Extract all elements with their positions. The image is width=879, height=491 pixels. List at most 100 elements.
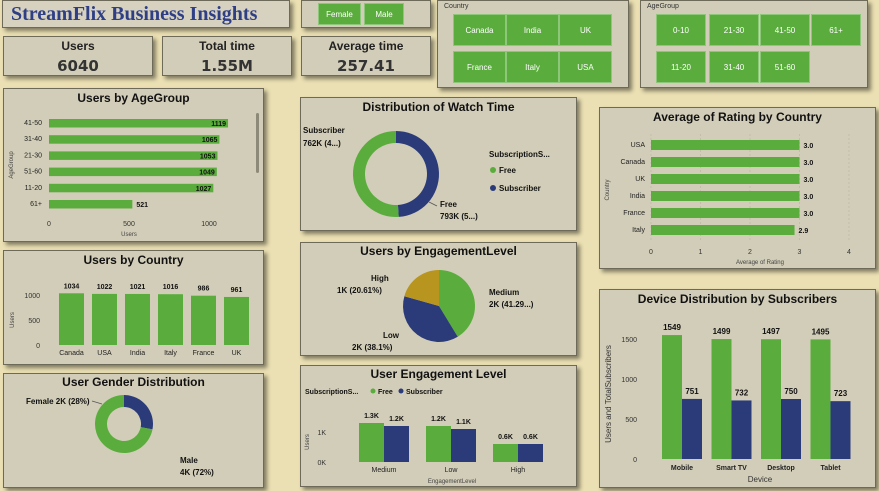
gender-slicer: Female Male bbox=[301, 0, 431, 28]
age-x-tick: 500 bbox=[123, 221, 135, 228]
age-option-51-60[interactable]: 51-60 bbox=[760, 51, 810, 83]
watch-legend-title: SubscriptionS... bbox=[489, 150, 550, 159]
device-chart-card: Device Distribution by Subscribers 0 500 1… bbox=[599, 289, 876, 488]
age-chart-card: Users by AgeGroup 0 500 1000 41-50 1119 31-40… bbox=[3, 88, 264, 242]
kpi-average-time-label: Average time bbox=[328, 39, 404, 53]
age-option-61plus[interactable]: 61+ bbox=[811, 14, 861, 46]
age-option-21-30[interactable]: 21-30 bbox=[709, 14, 759, 46]
engagement-bar-y-tick: 0K bbox=[317, 460, 326, 467]
country-option-italy[interactable]: Italy bbox=[506, 51, 559, 83]
device-bar bbox=[662, 335, 682, 459]
country-data-label: 1021 bbox=[130, 284, 146, 291]
age-category-label: 31-40 bbox=[24, 136, 42, 143]
age-option-41-50[interactable]: 41-50 bbox=[760, 14, 810, 46]
engagement-bar-card: User Engagement Level SubscriptionS... Fr… bbox=[300, 365, 577, 487]
gender-label-male-value: 4K (72%) bbox=[180, 468, 214, 477]
watch-label-free-value: 793K (5...) bbox=[440, 212, 478, 221]
age-bar bbox=[49, 119, 229, 128]
rating-chart-title: Average of Rating by Country bbox=[653, 110, 822, 124]
age-bar bbox=[49, 200, 133, 209]
gender-option-male[interactable]: Male bbox=[364, 3, 404, 25]
kpi-total-time: Total time 1.55M bbox=[162, 36, 292, 76]
device-data-label: 1497 bbox=[762, 327, 780, 336]
country-data-label: 1016 bbox=[163, 284, 179, 291]
kpi-users-value: 6040 bbox=[57, 57, 99, 75]
engagement-bar-legend-marker bbox=[398, 388, 404, 394]
engagement-bar-y-axis-title: Users bbox=[305, 434, 311, 450]
rating-bar bbox=[651, 191, 800, 201]
rating-chart: 0 1 2 3 4 USA 3.0 Canada 3.0 UK 3.0 India 3.0 France 3… bbox=[605, 134, 851, 266]
kpi-total-time-value: 1.55M bbox=[201, 57, 253, 75]
device-data-label: 723 bbox=[834, 389, 848, 398]
engagement-bar-legend-item: Free bbox=[378, 389, 393, 396]
watch-legend-marker bbox=[490, 185, 496, 191]
rating-data-label: 3.0 bbox=[804, 143, 814, 150]
country-chart-title: Users by Country bbox=[83, 253, 184, 267]
rating-chart-card: Average of Rating by Country 0 1 2 3 4 USA 3.0… bbox=[599, 107, 876, 269]
device-bar bbox=[731, 400, 752, 459]
engagement-bar-data-label: 1.2K bbox=[389, 416, 404, 423]
rating-category-label: USA bbox=[631, 142, 646, 149]
kpi-users-label: Users bbox=[61, 39, 95, 53]
age-x-tick: 0 bbox=[47, 221, 51, 228]
country-category-label: France bbox=[193, 350, 215, 357]
age-category-label: 61+ bbox=[30, 201, 42, 208]
engagement-pie-card: Users by EngagementLevel High 1K (20.61%)… bbox=[300, 242, 577, 356]
age-bar bbox=[49, 167, 217, 177]
device-y-tick: 1000 bbox=[621, 377, 637, 384]
country-option-uk[interactable]: UK bbox=[559, 14, 612, 46]
engagement-bar-data-label: 0.6K bbox=[498, 434, 513, 441]
engagement-bar-x-axis-title: EngagementLevel bbox=[428, 479, 476, 485]
country-bar bbox=[224, 296, 249, 345]
device-data-label: 1495 bbox=[812, 327, 830, 336]
age-option-11-20[interactable]: 11-20 bbox=[656, 51, 706, 83]
watch-legend-item: Free bbox=[499, 166, 516, 175]
age-chart-scrollbar[interactable] bbox=[256, 113, 259, 173]
gender-option-female[interactable]: Female bbox=[318, 3, 361, 25]
country-category-label: Canada bbox=[59, 350, 84, 357]
gender-chart-title: User Gender Distribution bbox=[62, 375, 205, 389]
age-bar bbox=[49, 183, 214, 193]
country-chart: 0 500 1000 1034 Canada 1022 USA 1021 India 1016 It… bbox=[10, 283, 249, 357]
engagement-bar-category-label: High bbox=[511, 467, 526, 474]
gender-leader-line bbox=[91, 400, 103, 405]
device-data-label: 1549 bbox=[663, 323, 681, 332]
age-data-label: 521 bbox=[136, 202, 148, 209]
kpi-average-time-value: 257.41 bbox=[337, 57, 395, 75]
country-option-usa[interactable]: USA bbox=[559, 51, 612, 83]
age-bar bbox=[49, 151, 218, 160]
engagement-bar bbox=[359, 423, 384, 462]
age-option-31-40[interactable]: 31-40 bbox=[709, 51, 759, 83]
device-y-axis-title: Users and TotalSubscribers bbox=[604, 345, 613, 443]
gender-chart-card: User Gender Distribution Female 2K (28%)… bbox=[3, 373, 264, 488]
device-y-tick: 0 bbox=[633, 457, 637, 464]
rating-data-label: 3.0 bbox=[804, 194, 814, 201]
watch-slice bbox=[353, 131, 399, 217]
rating-data-label: 2.9 bbox=[799, 228, 809, 235]
country-data-label: 1034 bbox=[64, 283, 80, 290]
rating-category-label: Italy bbox=[632, 227, 645, 234]
gender-label-female: Female 2K (28%) bbox=[26, 397, 90, 406]
rating-x-tick: 0 bbox=[649, 249, 653, 256]
age-chart: 0 500 1000 41-50 1119 31-40 1065 21-30 1053 51-60… bbox=[9, 119, 229, 238]
age-category-label: 41-50 bbox=[24, 120, 42, 127]
country-option-france[interactable]: France bbox=[453, 51, 506, 83]
engagement-bar bbox=[426, 426, 451, 462]
engagement-pie-title: Users by EngagementLevel bbox=[360, 244, 517, 258]
device-category-label: Desktop bbox=[767, 465, 795, 472]
agegroup-slicer-caption: AgeGroup bbox=[647, 3, 679, 10]
engagement-bar-data-label: 1.2K bbox=[431, 416, 446, 423]
rating-bar bbox=[651, 225, 795, 235]
engagement-label-high-value: 1K (20.61%) bbox=[337, 286, 382, 295]
rating-bar bbox=[651, 208, 800, 218]
rating-data-label: 3.0 bbox=[804, 160, 814, 167]
device-bar bbox=[830, 401, 851, 459]
agegroup-slicer: AgeGroup 0-10 21-30 41-50 61+ 11-20 31-4… bbox=[640, 0, 868, 88]
device-chart: 0 500 1000 1500 1549 751 Mobile 1499 732 Smart TV… bbox=[604, 323, 851, 484]
country-option-canada[interactable]: Canada bbox=[453, 14, 506, 46]
device-bar bbox=[761, 339, 781, 459]
country-option-india[interactable]: India bbox=[506, 14, 559, 46]
age-option-0-10[interactable]: 0-10 bbox=[656, 14, 706, 46]
rating-x-tick: 4 bbox=[847, 249, 851, 256]
engagement-bar bbox=[451, 429, 476, 462]
